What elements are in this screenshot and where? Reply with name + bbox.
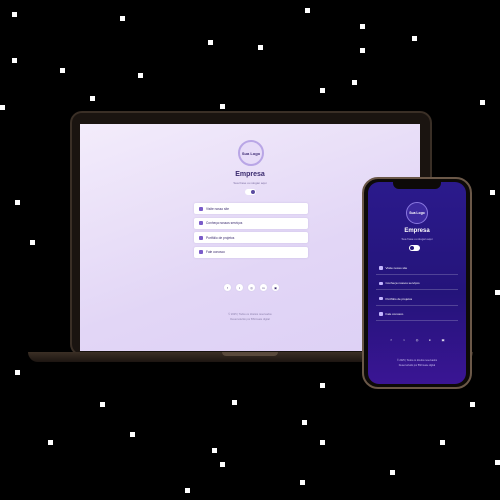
link-label: Fale conosco — [206, 250, 225, 255]
social-row: f t ◎ in ▣ — [223, 283, 280, 292]
folder-icon — [379, 296, 383, 301]
link-label: Conheça nossos serviços — [385, 281, 420, 286]
link-button-portfolio[interactable]: Portfólio de projetos — [376, 293, 458, 306]
star — [390, 470, 395, 475]
star — [220, 104, 225, 109]
star — [440, 440, 445, 445]
linkedin-icon[interactable]: in — [259, 283, 268, 292]
link-button-site[interactable]: Visite nosso site — [194, 203, 308, 214]
brand-name: Empresa — [235, 171, 265, 178]
social-row: f t ◎ in ▣ — [387, 336, 447, 344]
star — [320, 383, 325, 388]
star — [120, 16, 125, 21]
star — [48, 440, 53, 445]
link-label: Portfólio de projetos — [385, 296, 413, 301]
star — [30, 240, 35, 245]
star — [0, 105, 5, 110]
link-button-contact[interactable]: Fale conosco — [376, 308, 458, 321]
star — [232, 400, 237, 405]
phone-icon — [379, 312, 383, 316]
brand-slogan: Sua frase ou slogan aqui — [401, 237, 433, 241]
star — [208, 40, 213, 45]
footer-copyright: © 2025 | Todos os direitos reservados — [396, 359, 438, 362]
star — [480, 100, 485, 105]
theme-toggle[interactable] — [245, 189, 256, 195]
star — [258, 45, 263, 50]
phone-notch — [393, 182, 441, 189]
link-label: Conheça nossos serviços — [206, 221, 243, 226]
linkedin-icon[interactable]: in — [426, 336, 434, 344]
star — [300, 480, 305, 485]
star — [100, 402, 105, 407]
instagram-icon[interactable]: ▣ — [271, 283, 280, 292]
star — [470, 402, 475, 407]
star — [12, 58, 17, 63]
brand-logo[interactable]: Sua Logo — [406, 202, 428, 224]
star — [15, 370, 20, 375]
theme-toggle[interactable] — [409, 245, 420, 251]
star — [220, 462, 225, 467]
star — [130, 432, 135, 437]
star — [90, 96, 95, 101]
star — [138, 73, 143, 78]
link-button-services[interactable]: Conheça nossos serviços — [194, 217, 308, 229]
star — [495, 290, 500, 295]
star — [15, 200, 20, 205]
star — [212, 448, 217, 453]
star — [185, 488, 190, 493]
phone-screen: Sua Logo Empresa Sua frase ou slogan aqu… — [368, 182, 466, 384]
facebook-icon[interactable]: f — [387, 336, 395, 344]
link-list: Visite nosso site Conheça nossos serviço… — [376, 262, 458, 323]
twitter-icon[interactable]: t — [400, 336, 408, 344]
briefcase-icon — [379, 281, 383, 286]
whatsapp-icon[interactable]: ◎ — [247, 283, 256, 292]
star — [305, 8, 310, 13]
star — [352, 80, 357, 85]
globe-icon — [379, 266, 383, 270]
brand-name: Empresa — [404, 228, 430, 234]
whatsapp-icon[interactable]: ◎ — [413, 336, 421, 344]
instagram-icon[interactable]: ▣ — [439, 336, 447, 344]
link-button-contact[interactable]: Fale conosco — [194, 246, 308, 258]
laptop-notch — [222, 352, 278, 356]
link-list: Visite nosso site Conheça nossos serviço… — [194, 203, 308, 261]
link-button-portfolio[interactable]: Portfólio de projetos — [194, 232, 308, 244]
folder-icon — [199, 235, 203, 240]
facebook-icon[interactable]: f — [223, 283, 232, 292]
star — [302, 420, 307, 425]
footer-credit[interactable]: Desenvolvido por BSCreate digital — [368, 364, 466, 367]
star — [360, 24, 365, 29]
link-label: Fale conosco — [385, 311, 404, 316]
star — [490, 190, 495, 195]
star — [320, 88, 325, 93]
brand-logo[interactable]: Sua Logo — [238, 140, 264, 166]
star — [12, 12, 17, 17]
link-label: Portfólio de projetos — [206, 235, 235, 240]
link-button-site[interactable]: Visite nosso site — [376, 262, 458, 275]
globe-icon — [199, 206, 203, 211]
link-button-services[interactable]: Conheça nossos serviços — [376, 277, 458, 291]
phone-icon — [199, 250, 203, 255]
twitter-icon[interactable]: t — [235, 283, 244, 292]
star — [412, 36, 417, 41]
link-label: Visite nosso site — [206, 206, 229, 211]
briefcase-icon — [199, 221, 203, 226]
star — [495, 460, 500, 465]
star — [320, 440, 325, 445]
star — [360, 48, 365, 53]
link-label: Visite nosso site — [385, 266, 408, 270]
star — [60, 68, 65, 73]
